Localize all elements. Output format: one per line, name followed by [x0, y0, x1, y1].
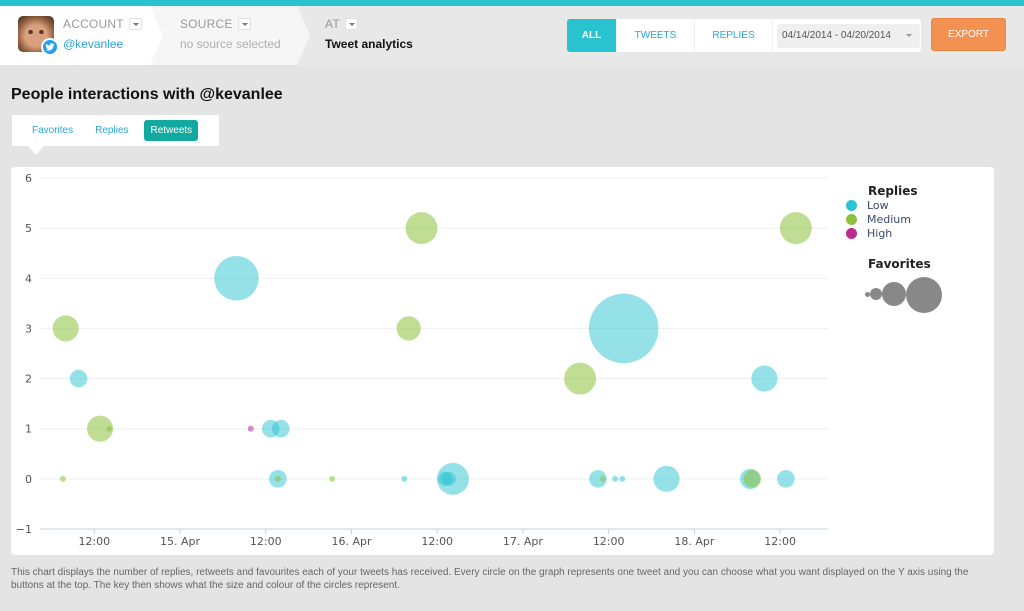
export-button[interactable]: EXPORT: [931, 18, 1006, 51]
data-point-bubble[interactable]: [588, 293, 659, 364]
data-point-bubble[interactable]: [599, 475, 606, 482]
tweet-filter-group: ALL TWEETS REPLIES 04/14/2014 - 04/20/20…: [567, 19, 921, 52]
legend-size-scale: [846, 277, 986, 317]
y-axis-metric-tabs: Favorites Replies Retweets: [12, 115, 219, 155]
x-tick-label: 12:00: [593, 535, 625, 548]
legend-item-low[interactable]: Low: [846, 198, 986, 212]
x-tick-label: 16. Apr: [331, 535, 371, 548]
data-point-bubble[interactable]: [619, 475, 626, 482]
header-bar: ACCOUNT @kevanlee SOURCE no source selec…: [0, 6, 1024, 65]
filter-all-button[interactable]: ALL: [567, 19, 617, 52]
y-tick-label: 0: [25, 473, 32, 486]
legend-replies-title: Replies: [868, 184, 918, 198]
tab-favorites[interactable]: Favorites: [26, 120, 79, 141]
legend-dot-low: [846, 199, 857, 211]
data-point-bubble[interactable]: [405, 212, 438, 245]
data-point-bubble[interactable]: [106, 425, 113, 432]
x-tick-label: 12:00: [421, 535, 453, 548]
twitter-icon: [41, 38, 59, 56]
y-tick-label: 4: [25, 272, 32, 285]
x-tick-label: 15. Apr: [160, 535, 200, 548]
data-point-bubble[interactable]: [564, 362, 597, 395]
data-point-bubble[interactable]: [743, 470, 762, 488]
filter-tweets-button[interactable]: TWEETS: [617, 19, 695, 52]
account-dropdown-icon[interactable]: [128, 18, 142, 30]
legend-item-medium[interactable]: Medium: [846, 212, 986, 226]
y-tick-label: 5: [25, 222, 32, 235]
data-point-bubble[interactable]: [777, 470, 795, 488]
data-point-bubble[interactable]: [247, 425, 254, 432]
account-label: ACCOUNT: [63, 17, 124, 31]
x-tick-label: 12:00: [764, 535, 796, 548]
data-point-bubble[interactable]: [52, 315, 79, 342]
section-title: People interactions with @kevanlee: [11, 86, 283, 103]
legend-label-high: High: [867, 226, 893, 240]
date-range-select[interactable]: 04/14/2014 - 04/20/2014: [777, 23, 920, 48]
tab-retweets[interactable]: Retweets: [144, 120, 199, 141]
x-tick-label: 17. Apr: [503, 535, 543, 548]
data-point-bubble[interactable]: [612, 475, 619, 482]
legend-label-medium: Medium: [867, 212, 911, 226]
source-dropdown-icon[interactable]: [237, 18, 251, 30]
data-point-bubble[interactable]: [329, 475, 336, 482]
data-point-bubble[interactable]: [401, 475, 408, 482]
legend-item-high[interactable]: High: [846, 226, 986, 240]
data-point-bubble[interactable]: [271, 419, 290, 438]
account-handle[interactable]: @kevanlee: [63, 37, 123, 51]
source-label: SOURCE: [180, 17, 233, 31]
size-scale-bubble-s: [870, 288, 882, 300]
chart-legend: Replies Low Medium High Favorites: [846, 184, 986, 317]
y-tick-label: 3: [25, 322, 32, 335]
tab-replies[interactable]: Replies: [89, 120, 134, 141]
data-point-bubble[interactable]: [751, 365, 778, 392]
data-point-bubble[interactable]: [396, 316, 421, 341]
y-tick-label: 1: [25, 423, 32, 436]
data-point-bubble[interactable]: [59, 475, 66, 482]
chart-description: This chart displays the number of replie…: [11, 567, 969, 591]
data-point-bubble[interactable]: [214, 256, 259, 301]
size-scale-bubble-l: [906, 277, 942, 313]
at-dropdown-icon[interactable]: [344, 18, 358, 30]
x-tick-label: 18. Apr: [674, 535, 714, 548]
source-value: no source selected: [180, 37, 281, 51]
data-point-bubble[interactable]: [653, 465, 680, 492]
legend-dot-high: [846, 227, 857, 239]
at-value: Tweet analytics: [325, 37, 413, 51]
legend-label-low: Low: [867, 198, 889, 212]
legend-favorites-title: Favorites: [868, 257, 931, 271]
data-point-bubble[interactable]: [274, 475, 281, 482]
x-tick-label: 12:00: [250, 535, 282, 548]
breadcrumb-at[interactable]: AT Tweet analytics: [310, 6, 510, 65]
data-point-bubble[interactable]: [441, 471, 456, 486]
y-tick-label: −1: [16, 523, 32, 536]
data-point-bubble[interactable]: [69, 369, 88, 388]
at-label: AT: [325, 17, 340, 31]
y-tick-label: 6: [25, 172, 32, 185]
y-tick-label: 2: [25, 373, 32, 386]
legend-dot-medium: [846, 213, 857, 225]
filter-replies-button[interactable]: REPLIES: [695, 19, 773, 52]
data-point-bubble[interactable]: [779, 212, 812, 245]
size-scale-bubble-m: [882, 282, 906, 306]
x-tick-label: 12:00: [78, 535, 110, 548]
